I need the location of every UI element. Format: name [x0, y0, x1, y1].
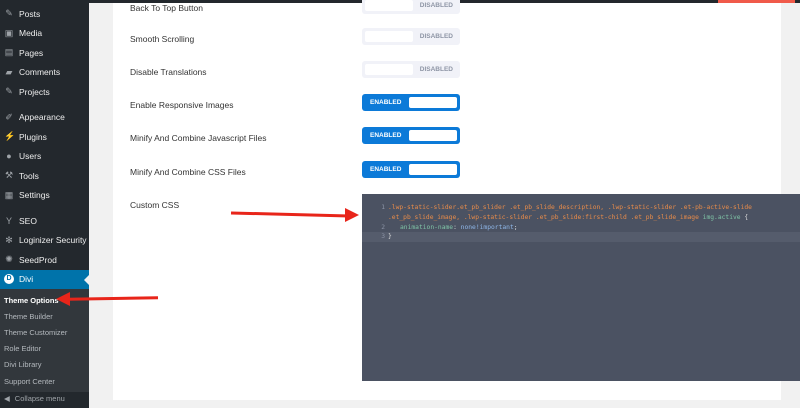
- setting-label: Minify And Combine CSS Files: [130, 167, 246, 177]
- sidebar-item-media[interactable]: ▣ Media: [0, 24, 89, 44]
- setting-label: Enable Responsive Images: [130, 100, 234, 110]
- sidebar-item-pages[interactable]: ▤ Pages: [0, 43, 89, 63]
- sidebar-item-users[interactable]: ● Users: [0, 147, 89, 167]
- seed-icon: ✺: [5, 254, 13, 265]
- sidebar-item-seedprod[interactable]: ✺ SeedProd: [0, 250, 89, 270]
- collapse-icon: ◀: [4, 393, 10, 403]
- comment-icon: ▰: [5, 66, 13, 77]
- collapse-menu-button[interactable]: ◀ Collapse menu: [0, 388, 89, 408]
- custom-css-label: Custom CSS: [130, 200, 180, 210]
- submenu-theme-customizer[interactable]: Theme Customizer: [0, 324, 89, 340]
- gear-icon: ✻: [5, 234, 13, 245]
- pin-icon: ✎: [5, 86, 13, 97]
- pages-icon: ▤: [4, 47, 14, 58]
- setting-label: Disable Translations: [130, 67, 207, 77]
- settings-icon: ▦: [4, 189, 14, 200]
- setting-label: Minify And Combine Javascript Files: [130, 133, 267, 143]
- minify-css-toggle[interactable]: ENABLED: [362, 161, 460, 178]
- sidebar-item-seo[interactable]: Y SEO: [0, 211, 89, 231]
- setting-label: Back To Top Button: [130, 3, 203, 13]
- divi-submenu: Theme Options Theme Builder Theme Custom…: [0, 289, 89, 393]
- sidebar-item-projects[interactable]: ✎ Projects: [0, 82, 89, 102]
- custom-css-editor[interactable]: 1 .lwp-static-slider.et_pb_slider .et_pb_…: [362, 194, 800, 381]
- sidebar-item-posts[interactable]: ✎ Posts: [0, 4, 89, 24]
- submenu-divi-library[interactable]: Divi Library: [0, 357, 89, 373]
- admin-sidebar: ✎ Posts ▣ Media ▤ Pages ▰ Comments ✎ Projects…: [0, 0, 89, 408]
- sidebar-item-plugins[interactable]: ⚡ Plugins: [0, 127, 89, 147]
- theme-options-panel: Back To Top Button DISABLED Smooth Scrol…: [113, 0, 800, 400]
- media-icon: ▣: [4, 27, 14, 38]
- back-to-top-toggle[interactable]: DISABLED: [362, 0, 460, 14]
- sidebar-item-divi[interactable]: D Divi: [0, 269, 89, 289]
- minify-js-toggle[interactable]: ENABLED: [362, 127, 460, 144]
- sidebar-item-appearance[interactable]: ✐ Appearance: [0, 108, 89, 128]
- divi-icon: D: [4, 274, 14, 285]
- plugin-icon: ⚡: [4, 131, 16, 142]
- annotation-arrowhead: [345, 208, 359, 222]
- sidebar-item-tools[interactable]: ⚒ Tools: [0, 166, 89, 186]
- disable-translations-toggle[interactable]: DISABLED: [362, 61, 460, 78]
- user-icon: ●: [6, 151, 12, 162]
- sidebar-item-comments[interactable]: ▰ Comments: [0, 63, 89, 83]
- responsive-images-toggle[interactable]: ENABLED: [362, 94, 460, 111]
- submenu-support-center[interactable]: Support Center: [0, 373, 89, 389]
- setting-label: Smooth Scrolling: [130, 34, 195, 44]
- sidebar-item-settings[interactable]: ▦ Settings: [0, 186, 89, 206]
- smooth-scrolling-toggle[interactable]: DISABLED: [362, 28, 460, 45]
- submenu-role-editor[interactable]: Role Editor: [0, 341, 89, 357]
- sidebar-item-loginizer[interactable]: ✻ Loginizer Security: [0, 231, 89, 251]
- annotation-arrowhead: [56, 292, 70, 306]
- wrench-icon: ⚒: [4, 170, 14, 181]
- pin-icon: ✎: [5, 8, 13, 19]
- brush-icon: ✐: [5, 111, 13, 122]
- submenu-theme-builder[interactable]: Theme Builder: [0, 308, 89, 324]
- yoast-icon: Y: [5, 215, 12, 226]
